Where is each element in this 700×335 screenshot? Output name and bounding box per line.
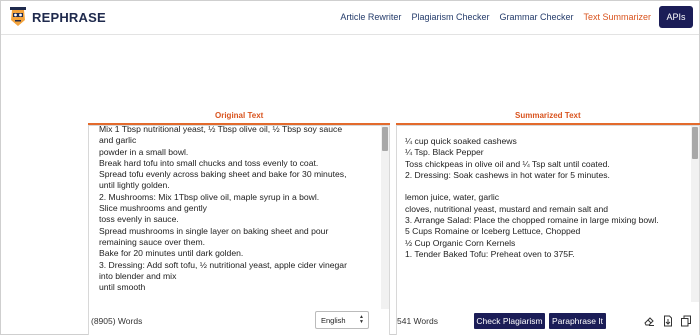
brand-name: REPHRASE	[32, 9, 106, 25]
summarized-text-panel: ¼ cup quick soaked cashews ¼ Tsp. Black …	[396, 125, 700, 335]
select-arrows-icon: ▲ ▼	[359, 314, 364, 325]
text-line: Break hard tofu into small chucks and to…	[99, 157, 319, 168]
brand-logo[interactable]: REPHRASE	[7, 5, 106, 29]
paraphrase-button[interactable]: Paraphrase It	[549, 313, 606, 329]
original-footer: (8905) Words English ▲ ▼	[89, 307, 389, 335]
text-line: ½ Cup Organic Corn Kernels	[405, 237, 516, 248]
original-text-title[interactable]: Original Text	[215, 111, 263, 120]
text-line: Spread tofu evenly across baking sheet a…	[99, 169, 347, 180]
nav-link-grammar-checker[interactable]: Grammar Checker	[499, 12, 573, 22]
text-line: and garlic	[99, 135, 137, 146]
text-line: into blender and mix	[99, 270, 177, 281]
language-select[interactable]: English ▲ ▼	[315, 311, 369, 329]
text-line	[405, 181, 685, 192]
navbar: REPHRASE Article Rewriter Plagiarism Che…	[1, 1, 699, 35]
text-line: 2. Dressing: Soak cashews in hot water f…	[405, 169, 610, 180]
text-line: Slice mushrooms and gently	[99, 203, 207, 214]
copy-icon[interactable]	[680, 315, 692, 327]
nav-links: Article Rewriter Plagiarism Checker Gram…	[330, 6, 693, 28]
text-line: cloves, nutritional yeast, mustard and r…	[405, 203, 609, 214]
nav-link-text-summarizer[interactable]: Text Summarizer	[583, 12, 651, 22]
eraser-icon[interactable]	[643, 315, 655, 327]
check-plagiarism-button[interactable]: Check Plagiarism	[474, 313, 545, 329]
summarized-scrollbar[interactable]	[691, 126, 699, 302]
original-text-input[interactable]: Mix 1 Tbsp nutritional yeast, ½ Tbsp oli…	[89, 124, 379, 307]
summarized-text-output[interactable]: ¼ cup quick soaked cashews ¼ Tsp. Black …	[397, 126, 689, 302]
text-line: powder in a small bowl.	[99, 146, 189, 157]
text-line: Toss chickpeas in olive oil and ¼ Tsp sa…	[405, 158, 610, 169]
original-text-panel: Mix 1 Tbsp nutritional yeast, ½ Tbsp oli…	[88, 124, 390, 335]
download-icon[interactable]	[662, 315, 674, 327]
text-line: 2. Mushrooms: Mix 1Tbsp olive oil, maple…	[99, 191, 320, 202]
text-line: ¼ Tsp. Black Pepper	[405, 147, 484, 158]
text-line: ¼ cup quick soaked cashews	[405, 136, 517, 146]
summarized-text-title[interactable]: Summarized Text	[515, 111, 581, 120]
text-line: 1. Tender Baked Tofu: Preheat oven to 37…	[405, 248, 575, 259]
apis-button[interactable]: APIs	[659, 6, 693, 28]
nav-link-article-rewriter[interactable]: Article Rewriter	[340, 12, 401, 22]
summarized-word-count: 541 Words	[397, 316, 438, 326]
text-line: remaining sauce over them.	[99, 236, 206, 247]
text-line: 3. Dressing: Add soft tofu, ½ nutritiona…	[99, 259, 347, 270]
language-select-value: English	[321, 315, 346, 325]
robot-logo-icon	[10, 7, 26, 26]
summarized-scroll-thumb[interactable]	[692, 127, 698, 159]
original-scrollbar[interactable]	[381, 126, 389, 309]
text-line: until lightly golden.	[99, 180, 170, 191]
text-line: Spread mushrooms in single layer on baki…	[99, 225, 329, 236]
text-line: Mix 1 Tbsp nutritional yeast, ½ Tbsp oli…	[99, 124, 343, 134]
text-line: 5 Cups Romaine or Iceberg Lettuce, Chopp…	[405, 226, 581, 237]
original-scroll-thumb[interactable]	[382, 127, 388, 151]
summarized-footer: 541 Words Check Plagiarism Paraphrase It	[397, 307, 699, 335]
text-line: lemon juice, water, garlic	[405, 192, 500, 203]
text-line: toss evenly in sauce.	[99, 214, 179, 225]
text-line: Bake for 20 minutes until dark golden.	[99, 248, 244, 259]
text-line: 3. Arrange Salad: Place the chopped roma…	[405, 215, 659, 226]
nav-link-plagiarism-checker[interactable]: Plagiarism Checker	[411, 12, 489, 22]
original-word-count: (8905) Words	[91, 316, 143, 326]
text-line: until smooth	[99, 282, 146, 293]
